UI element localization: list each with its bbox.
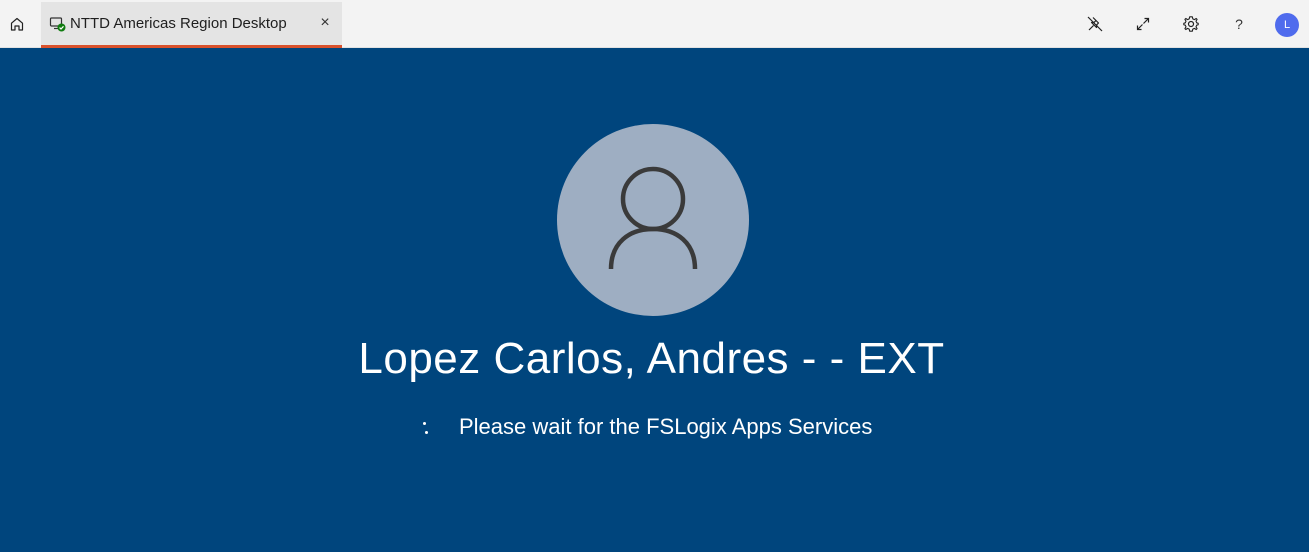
remote-desktop-screen: Lopez Carlos, Andres - - EXT Please wait… (0, 48, 1309, 552)
unpin-icon (1087, 16, 1103, 32)
monitor-check-icon (49, 15, 67, 33)
tab-remote-desktop[interactable]: NTTD Americas Region Desktop × (41, 2, 342, 48)
unpin-button[interactable] (1081, 10, 1109, 38)
close-icon[interactable]: × (316, 14, 334, 32)
help-button[interactable]: ? (1225, 10, 1253, 38)
gear-icon (1183, 16, 1199, 32)
settings-button[interactable] (1177, 10, 1205, 38)
top-bar: NTTD Americas Region Desktop × ? L (0, 0, 1309, 48)
tab-title: NTTD Americas Region Desktop (70, 15, 287, 32)
user-icon (608, 166, 698, 270)
status-message: Please wait for the FSLogix Apps Service… (459, 414, 873, 439)
user-avatar (557, 124, 749, 316)
user-name: Lopez Carlos, Andres - - EXT (358, 334, 945, 383)
account-avatar[interactable]: L (1275, 13, 1299, 37)
home-icon (10, 17, 24, 31)
status-row: Please wait for the FSLogix Apps Service… (0, 412, 1309, 442)
expand-button[interactable] (1129, 10, 1157, 38)
loading-spinner-icon (420, 420, 430, 436)
home-button[interactable] (4, 8, 30, 40)
expand-icon (1136, 17, 1150, 31)
